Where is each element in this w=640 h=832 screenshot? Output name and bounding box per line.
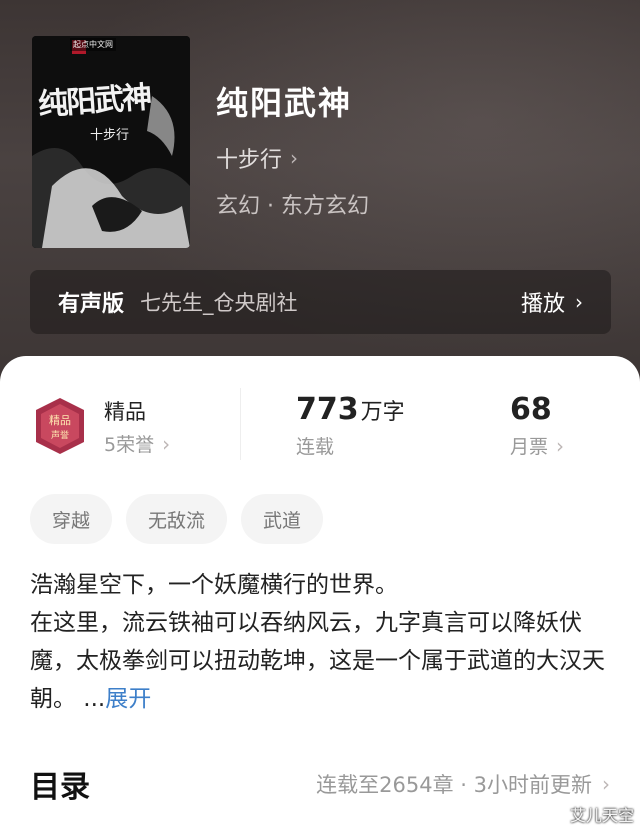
book-genre: 玄幻 · 东方玄幻 [216,194,369,219]
tag-chip[interactable]: 武道 [241,494,324,544]
toc-title: 目录 [30,770,90,805]
play-button[interactable]: 播放 › [521,286,583,318]
chevron-right-icon: › [162,431,171,456]
monthly-ticket-link[interactable]: 月票 › [510,432,564,459]
synopsis: 浩瀚星空下，一个妖魔横行的世界。 在这里，流云铁袖可以吞纳风云，九字真言可以降妖… [30,566,610,718]
tag-chip[interactable]: 无敌流 [126,494,228,544]
honor-count-link[interactable]: 5荣誉 › [104,430,170,457]
stat-divider [240,388,241,460]
author-name: 十步行 [216,148,283,173]
audio-narrator: 七先生_仓央剧社 [140,291,298,315]
toc-update-info: 连载至2654章 · 3小时前更新 [316,773,592,797]
cover-author: 十步行 [90,128,130,143]
monthly-ticket-label: 月票 [510,436,549,458]
honor-badge-icon: 精品 声誉 [36,398,84,454]
play-label: 播放 [520,292,565,317]
chevron-right-icon: › [556,433,565,458]
chevron-right-icon: › [290,146,299,170]
toc-meta: 连载至2654章 · 3小时前更新 › [316,769,610,799]
book-cover[interactable]: 起点中文网 纯阳武神 十步行 [32,36,190,248]
book-title: 纯阳武神 [216,84,353,122]
watermark: 艾儿天空 [569,806,634,825]
cover-badge: 起点中文网 [70,38,116,51]
audio-version-bar[interactable]: 有声版 七先生_仓央剧社 播放 › [30,270,611,334]
table-of-contents-row[interactable]: 目录 连载至2654章 · 3小时前更新 › [30,762,610,806]
honor-count: 5荣誉 [104,434,155,456]
honor-name: 精品 [104,400,146,424]
serial-status: 连载 [296,436,335,458]
word-count-unit: 万字 [360,400,405,425]
tag-list: 穿越 无敌流 武道 [30,494,324,544]
svg-text:声誉: 声誉 [51,429,69,441]
audio-label: 有声版 [58,292,125,317]
expand-link[interactable]: 展开 [105,686,151,712]
tag-chip[interactable]: 穿越 [30,494,113,544]
word-count: 773 万字 [296,392,405,427]
word-count-value: 773 [296,392,359,427]
chevron-right-icon: › [575,290,583,314]
chevron-right-icon: › [602,772,610,796]
monthly-ticket-count: 68 [510,392,552,427]
cover-title: 纯阳武神 [37,80,152,123]
book-info: 纯阳武神 十步行 › 玄幻 · 东方玄幻 [216,78,369,220]
detail-sheet: 精品 声誉 精品 5荣誉 › 773 万字 连载 68 月票 › 穿越 无敌流 … [0,356,640,832]
svg-text:精品: 精品 [49,414,71,427]
author-link[interactable]: 十步行 › [216,142,369,174]
